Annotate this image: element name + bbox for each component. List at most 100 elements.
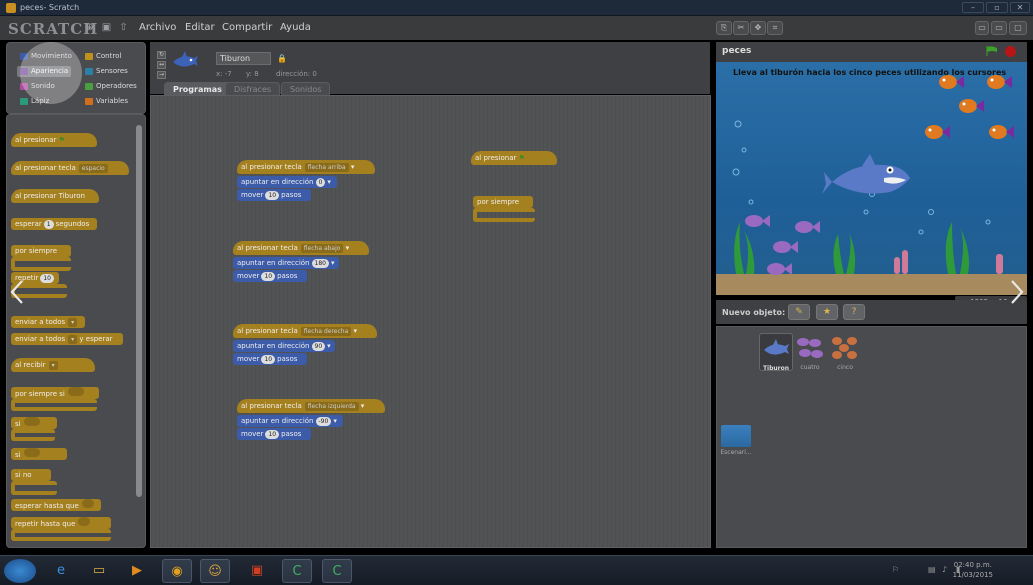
sprite-tile-cinco[interactable]: cinco xyxy=(828,333,862,371)
sprite-tile-tiburon[interactable]: Tiburon xyxy=(759,333,793,372)
globe-icon[interactable]: ⊕ xyxy=(84,22,95,33)
scripts-area[interactable]: al presionar tecla flecha arriba ▾ apunta… xyxy=(150,95,711,548)
random-sprite-button[interactable]: ? xyxy=(843,304,865,320)
camtasia-recorder-icon[interactable]: C xyxy=(322,559,352,583)
rotation-none-icon[interactable]: → xyxy=(157,71,166,79)
stage-tile[interactable]: Escenari... xyxy=(720,425,752,456)
explorer-icon[interactable]: ▭ xyxy=(84,559,114,583)
when-receive-block[interactable]: al recibir ▾ xyxy=(11,358,95,372)
message-dropdown[interactable]: ▾ xyxy=(68,335,78,344)
script-down-hat[interactable]: al presionar tecla flecha abajo ▾ xyxy=(233,241,369,255)
repeat-count-input[interactable]: 10 xyxy=(40,274,54,283)
media-player-icon[interactable]: ▶ xyxy=(122,559,152,583)
category-sensores[interactable]: Sensores xyxy=(82,66,136,77)
message-dropdown[interactable]: ▾ xyxy=(68,318,78,327)
paint-sprite-button[interactable]: ✎ xyxy=(788,304,810,320)
grow-icon[interactable]: ✥ xyxy=(750,21,766,35)
lock-icon[interactable]: 🔒 xyxy=(277,54,287,63)
condition-slot[interactable] xyxy=(81,499,94,508)
rotation-full-icon[interactable]: ↻ xyxy=(157,51,166,59)
if-block[interactable]: si xyxy=(11,417,57,429)
direction-input[interactable]: -90 xyxy=(315,417,332,426)
chrome-icon[interactable]: ◉ xyxy=(162,559,192,583)
normal-stage-icon[interactable]: ▭ xyxy=(991,21,1007,35)
camtasia-icon[interactable]: C xyxy=(282,559,312,583)
script-forever-block[interactable]: por siempre xyxy=(473,196,533,208)
forever-block[interactable]: por siempre xyxy=(11,245,71,257)
condition-slot[interactable] xyxy=(67,387,84,396)
choose-sprite-button[interactable]: ★ xyxy=(816,304,838,320)
key-dropdown[interactable]: flecha arriba xyxy=(304,163,349,172)
tray-volume-icon[interactable]: ♪ xyxy=(942,565,947,574)
rotation-flip-icon[interactable]: ↔ xyxy=(157,61,166,69)
tab-programas[interactable]: Programas xyxy=(164,82,231,95)
ie-icon[interactable]: e xyxy=(46,559,76,583)
palette-scrollbar[interactable] xyxy=(136,125,142,497)
wait-seconds-input[interactable]: 1 xyxy=(43,220,54,229)
steps-input[interactable]: 10 xyxy=(265,191,280,200)
tray-flag-icon[interactable]: ⚐ xyxy=(892,565,899,574)
stage[interactable]: Lleva al tiburón hacia los cinco peces u… xyxy=(716,62,1027,295)
key-dropdown[interactable]: espacio xyxy=(78,164,108,173)
next-arrow-icon[interactable] xyxy=(1010,279,1024,305)
broadcast-wait-block[interactable]: enviar a todos ▾ y esperar xyxy=(11,333,123,345)
condition-slot[interactable] xyxy=(23,448,40,457)
menu-compartir[interactable]: Compartir xyxy=(222,22,272,33)
menu-archivo[interactable]: Archivo xyxy=(139,22,176,33)
small-stage-icon[interactable]: ▭ xyxy=(975,21,989,35)
previous-arrow-icon[interactable] xyxy=(10,279,24,305)
condition-slot[interactable] xyxy=(78,517,91,526)
steps-input[interactable]: 10 xyxy=(261,272,276,281)
pdf-icon[interactable]: ▣ xyxy=(242,559,272,583)
script-left-point[interactable]: apuntar en dirección -90 ▾ xyxy=(237,415,343,427)
when-clicked-block[interactable]: al presionar Tiburon xyxy=(11,189,99,203)
when-flag-block[interactable]: al presionar ⚑ xyxy=(11,133,97,147)
menu-editar[interactable]: Editar xyxy=(185,22,215,33)
sprite-name-field[interactable]: Tiburon xyxy=(216,52,271,65)
stop-sign-icon[interactable] xyxy=(1005,46,1016,57)
script-right-move[interactable]: mover 10 pasos xyxy=(233,353,307,365)
message-dropdown[interactable]: ▾ xyxy=(48,361,58,370)
tab-disfraces[interactable]: Disfraces xyxy=(225,82,281,95)
menu-ayuda[interactable]: Ayuda xyxy=(280,22,311,33)
script-up-move[interactable]: mover 10 pasos xyxy=(237,189,311,201)
share-icon[interactable]: ⇧ xyxy=(118,22,129,33)
save-icon[interactable]: ▣ xyxy=(101,22,112,33)
condition-slot[interactable] xyxy=(23,417,40,426)
script-flag-hat[interactable]: al presionar ⚑ xyxy=(471,151,557,165)
key-dropdown[interactable]: flecha izquierda xyxy=(304,402,359,411)
category-variables[interactable]: Variables xyxy=(82,96,136,107)
key-dropdown[interactable]: flecha derecha xyxy=(300,327,352,336)
script-left-move[interactable]: mover 10 pasos xyxy=(237,428,311,440)
wait-block[interactable]: esperar 1 segundos xyxy=(11,218,97,230)
shrink-icon[interactable]: ⌗ xyxy=(767,21,783,35)
presentation-mode-icon[interactable]: ▢ xyxy=(1009,21,1027,35)
tab-sonidos[interactable]: Sonidos xyxy=(281,82,331,95)
direction-input[interactable]: 180 xyxy=(311,259,329,268)
clock[interactable]: 02:40 p.m. 11/03/2015 xyxy=(953,560,993,580)
duplicate-icon[interactable]: ⎘ xyxy=(716,21,732,35)
script-right-point[interactable]: apuntar en dirección 90 ▾ xyxy=(233,340,335,352)
script-up-hat[interactable]: al presionar tecla flecha arriba ▾ xyxy=(237,160,375,174)
script-right-hat[interactable]: al presionar tecla flecha derecha ▾ xyxy=(233,324,377,338)
key-dropdown[interactable]: flecha abajo xyxy=(300,244,344,253)
delete-icon[interactable]: ✂ xyxy=(733,21,749,35)
sprite-tile-cuatro[interactable]: cuatro xyxy=(793,333,827,371)
scratch-task-icon[interactable]: ☺ xyxy=(200,559,230,583)
category-operadores[interactable]: Operadores xyxy=(82,81,137,92)
green-flag-icon[interactable] xyxy=(986,46,998,56)
repeat-until-block[interactable]: repetir hasta que xyxy=(11,517,111,529)
tray-network-icon[interactable]: ▤ xyxy=(928,565,936,574)
wait-until-block[interactable]: esperar hasta que xyxy=(11,499,101,511)
broadcast-block[interactable]: enviar a todos ▾ xyxy=(11,316,85,328)
steps-input[interactable]: 10 xyxy=(265,430,280,439)
direction-input[interactable]: 0 xyxy=(315,178,326,187)
script-down-move[interactable]: mover 10 pasos xyxy=(233,270,307,282)
category-control[interactable]: Control xyxy=(82,51,136,62)
maximize-button[interactable]: ▫ xyxy=(986,2,1008,13)
minimize-button[interactable]: – xyxy=(962,2,984,13)
if-else-block[interactable]: si xyxy=(11,448,67,460)
script-up-point[interactable]: apuntar en dirección 0 ▾ xyxy=(237,176,337,188)
close-button[interactable]: ✕ xyxy=(1010,2,1030,13)
start-button[interactable] xyxy=(4,559,36,583)
